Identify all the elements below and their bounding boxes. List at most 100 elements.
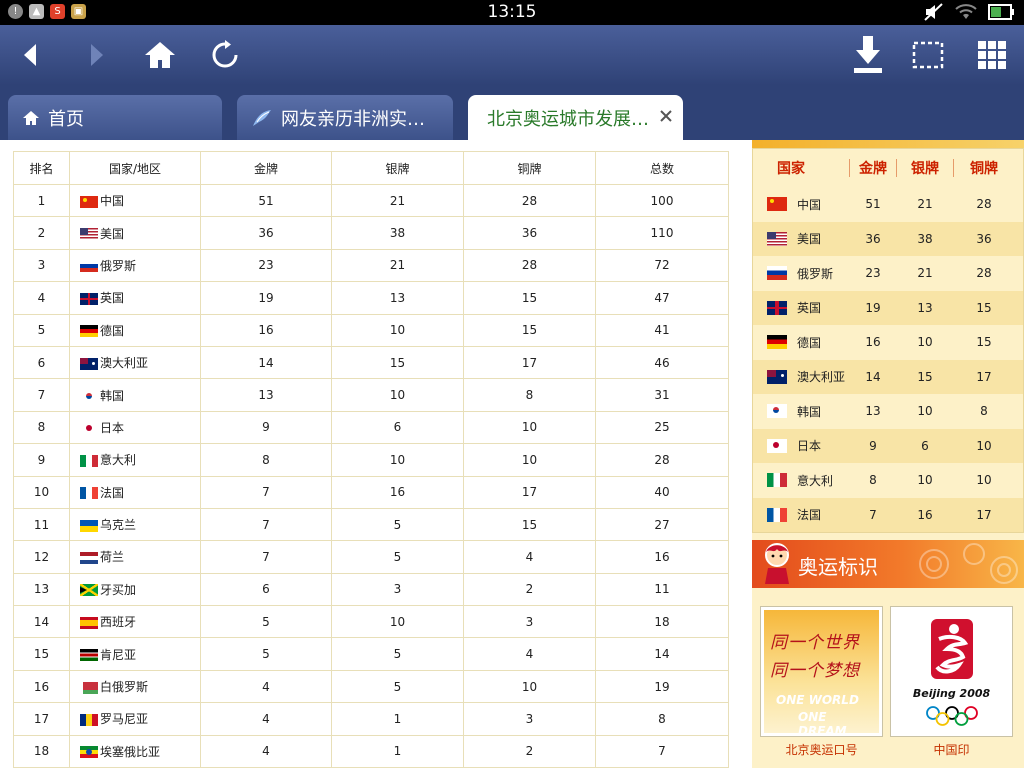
et-flag-icon [80,746,98,759]
total-cell: 19 [595,669,729,704]
total-cell: 31 [595,378,729,412]
bronze-cell: 15 [463,281,596,315]
silver-cell: 16 [331,475,464,509]
mute-icon [924,3,943,21]
browser-toolbar [0,25,1024,85]
total-cell: 8 [595,702,729,736]
gold-cell: 7 [869,507,877,522]
country-name: 白俄罗斯 [100,680,149,695]
gold-cell: 5 [200,605,332,639]
slogan-thumbnail[interactable]: 同一个世界 同一个梦想 ONE WORLD ONE DREAM [760,606,883,738]
header-country: 国家 [777,161,805,177]
it-flag-icon [767,473,787,488]
table-row: 17 罗马尼亚 4 1 3 8 [13,702,729,736]
country-name: 埃塞俄比亚 [100,744,161,759]
gold-cell: 9 [869,438,877,453]
country-name: 英国 [797,301,822,316]
tab-label: 北京奥运城市发展… [487,108,649,130]
silver-cell: 5 [331,507,464,542]
olympic-rings-icon [926,706,978,726]
bronze-cell: 17 [463,345,596,380]
tab-home[interactable]: 首页 [8,95,222,140]
slogan-caption[interactable]: 北京奥运口号 [760,741,883,758]
country-cell: 韩国 [69,378,201,412]
swirl-pattern-icon [919,543,1018,584]
column-header: 总数 [595,151,729,185]
rank-cell: 2 [13,216,70,250]
country-cell: 俄罗斯 [69,248,201,283]
rank-cell: 13 [13,572,70,607]
rank-cell: 4 [13,281,70,315]
bronze-cell: 15 [463,313,596,347]
forward-button[interactable] [77,35,117,75]
web-content[interactable]: 排名 国家/地区 金牌 银牌 铜牌 总数 1 中国 51 21 28 100 2 美国 36 38… [0,140,1024,768]
system-icons [924,3,1016,21]
cn-flag-icon [767,197,787,212]
total-cell: 7 [595,734,729,768]
bronze-cell: 2 [463,572,596,607]
header-silver: 银牌 [911,161,939,177]
total-cell: 11 [595,572,729,607]
country-name: 美国 [100,226,125,241]
table-row: 16 白俄罗斯 4 5 10 19 [13,669,729,704]
silver-cell: 21 [917,266,933,281]
bronze-cell: 4 [463,637,596,671]
select-text-button[interactable] [908,35,948,75]
medal-summary-row: 美国 36 38 36 [753,221,1023,256]
de-flag-icon [80,325,98,338]
country-name: 日本 [797,439,822,454]
country-cell: 英国 [753,299,849,316]
country-name: 日本 [100,420,125,435]
refresh-icon [212,40,238,68]
silver-cell: 10 [331,605,464,639]
table-row: 12 荷兰 7 5 4 16 [13,540,729,574]
home-button[interactable] [140,35,180,75]
rank-cell: 3 [13,248,70,283]
total-cell: 16 [595,540,729,574]
emblem-caption[interactable]: 中国印 [890,741,1013,758]
menu-grid-button[interactable] [972,35,1012,75]
rank-cell: 11 [13,507,70,542]
section-title: 奥运标识 [798,555,878,579]
gold-cell: 14 [200,345,332,380]
kr-flag-icon [767,404,787,419]
us-flag-icon [80,228,98,241]
column-header: 排名 [13,151,70,185]
country-cell: 中国 [69,183,201,218]
total-cell: 28 [595,443,729,477]
back-button[interactable] [10,35,50,75]
silver-cell: 6 [921,438,929,453]
gold-cell: 9 [200,410,332,445]
emblem-thumbnail[interactable]: Beijing 2008 [890,606,1013,737]
bronze-cell: 3 [463,605,596,639]
tab-beijing-olympic[interactable]: 北京奥运城市发展… [468,95,683,140]
bird-icon [251,108,273,128]
download-icon [854,36,882,73]
rank-cell: 18 [13,734,70,768]
ua-flag-icon [80,519,98,532]
country-name: 韩国 [797,404,822,419]
silver-cell: 13 [917,300,933,315]
tab-africa-article[interactable]: 网友亲历非洲实… [237,95,453,140]
country-name: 牙买加 [100,582,137,597]
country-cell: 澳大利亚 [753,368,849,385]
total-cell: 40 [595,475,729,509]
bronze-cell: 10 [463,443,596,477]
refresh-button[interactable] [205,35,245,75]
table-row: 2 美国 36 38 36 110 [13,216,729,250]
slogan-cn-line1: 同一个世界 [770,633,860,653]
gold-cell: 19 [865,300,881,315]
gold-cell: 4 [200,702,332,736]
rank-cell: 9 [13,443,70,477]
status-bar: ! ▲ S ▣ 13:15 [0,0,1024,25]
table-row: 1 中国 51 21 28 100 [13,183,729,218]
beijing-2008-emblem-icon [931,619,973,679]
silver-cell: 10 [917,335,933,350]
table-header-row: 排名 国家/地区 金牌 银牌 铜牌 总数 [13,151,729,185]
close-tab-button[interactable] [659,107,673,128]
table-row: 8 日本 9 6 10 25 [13,410,729,445]
gold-cell: 7 [200,507,332,542]
download-button[interactable] [848,35,888,75]
country-name: 英国 [100,291,125,306]
country-cell: 美国 [69,216,201,250]
